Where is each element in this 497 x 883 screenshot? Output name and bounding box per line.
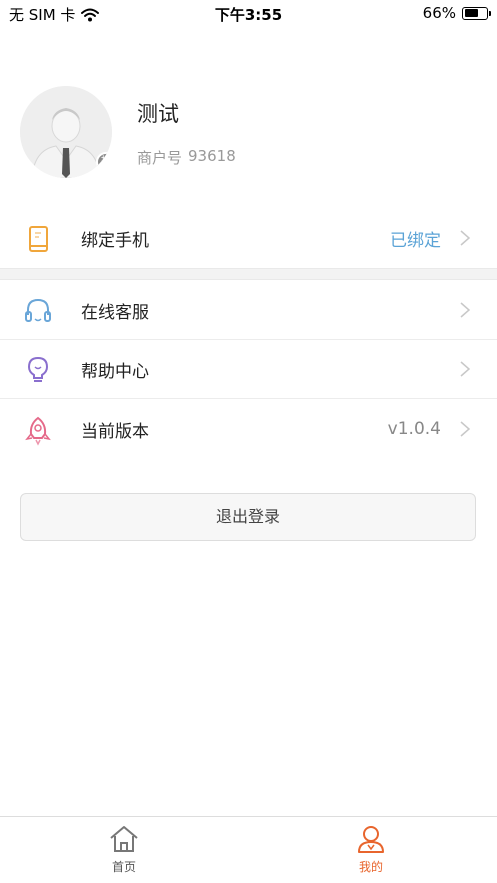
status-bar: 无 SIM 卡 下午3:55 66% bbox=[0, 0, 497, 28]
bind-phone-status: 已绑定 bbox=[390, 230, 441, 251]
tab-home-label: 首页 bbox=[111, 860, 136, 874]
status-right: 66% bbox=[422, 4, 491, 22]
lightbulb-icon bbox=[27, 356, 49, 382]
section-divider bbox=[0, 268, 497, 280]
avatar[interactable]: 拓 bbox=[20, 86, 112, 178]
menu-item-online-service[interactable]: 在线客服 bbox=[0, 281, 497, 339]
tab-home[interactable]: 首页 bbox=[84, 823, 164, 875]
menu-item-bind-phone[interactable]: 绑定手机 已绑定 bbox=[0, 209, 497, 267]
battery-level bbox=[464, 9, 479, 17]
chevron-right-icon bbox=[460, 361, 471, 377]
rocket-icon bbox=[25, 416, 51, 446]
tab-mine-label: 我的 bbox=[358, 860, 383, 874]
online-service-label: 在线客服 bbox=[81, 302, 149, 323]
battery-percent: 66% bbox=[422, 4, 456, 22]
logout-button[interactable]: 退出登录 bbox=[20, 493, 476, 541]
version-label: 当前版本 bbox=[81, 421, 149, 442]
merchant-number: 商户号 93618 bbox=[137, 147, 236, 168]
merchant-id: 93618 bbox=[188, 147, 236, 165]
battery-icon bbox=[462, 6, 491, 20]
profile-name: 测试 bbox=[137, 102, 179, 126]
merchant-label: 商户号 bbox=[137, 149, 183, 167]
tab-mine[interactable]: 我的 bbox=[331, 823, 411, 875]
bind-phone-label: 绑定手机 bbox=[81, 230, 149, 251]
user-icon bbox=[358, 826, 384, 853]
home-icon bbox=[110, 826, 138, 852]
chevron-right-icon bbox=[460, 421, 471, 437]
chevron-right-icon bbox=[460, 230, 471, 246]
profile-section: 拓 测试 商户号 93618 bbox=[0, 84, 497, 184]
tab-bar: 首页 我的 bbox=[0, 816, 497, 883]
merchant-badge: 拓 bbox=[96, 152, 112, 172]
row-divider bbox=[0, 398, 497, 399]
chevron-right-icon bbox=[460, 302, 471, 318]
version-value: v1.0.4 bbox=[387, 419, 441, 439]
phone-icon bbox=[29, 226, 48, 252]
help-center-label: 帮助中心 bbox=[81, 361, 149, 382]
headset-icon bbox=[25, 298, 51, 322]
menu-item-help-center[interactable]: 帮助中心 bbox=[0, 340, 497, 398]
menu-item-version[interactable]: 当前版本 v1.0.4 bbox=[0, 400, 497, 458]
